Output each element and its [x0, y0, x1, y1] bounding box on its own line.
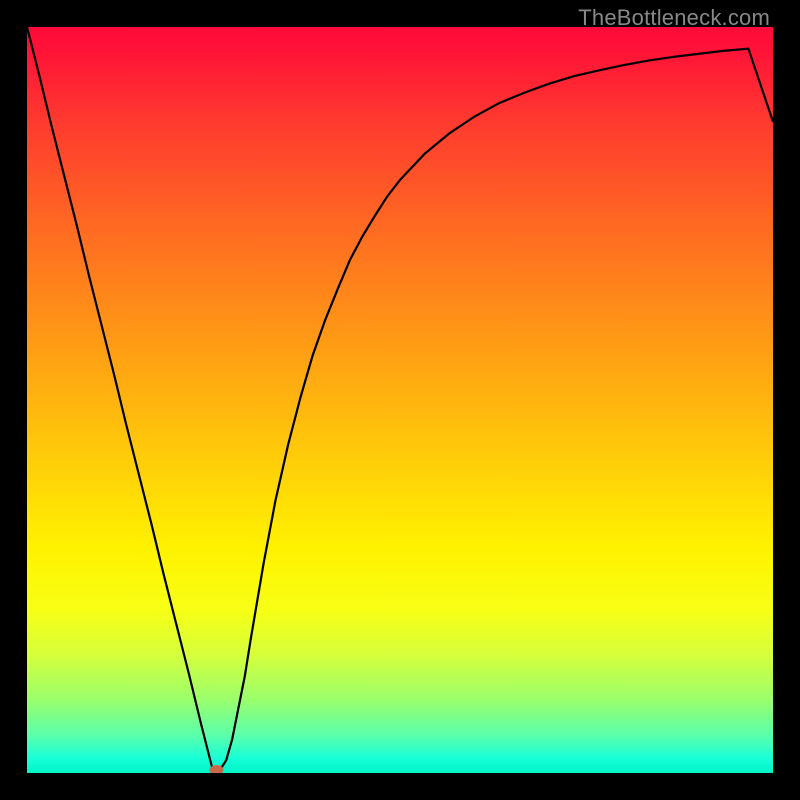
chart-frame: TheBottleneck.com [0, 0, 800, 800]
watermark-text: TheBottleneck.com [578, 5, 770, 31]
curve-svg [27, 27, 773, 773]
plot-area [27, 27, 773, 773]
bottleneck-curve [27, 27, 773, 773]
